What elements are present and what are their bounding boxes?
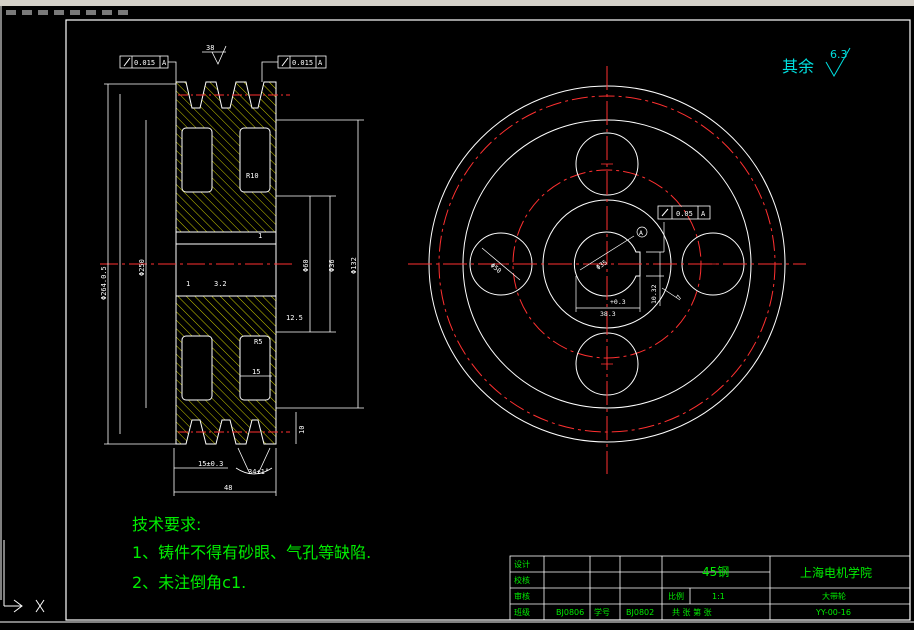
keyway-label-2: 1 <box>186 280 190 288</box>
svg-text:A: A <box>162 59 167 67</box>
row-label-design: 设计 <box>514 559 530 569</box>
row-label-review: 审核 <box>514 591 530 601</box>
student-no-label: 学号 <box>594 607 610 617</box>
keyway-label: 1 <box>258 232 262 240</box>
tech-heading: 技术要求: <box>132 515 201 534</box>
scale-label: 比例 <box>668 591 684 601</box>
gdt-frame-front: 0.05 A <box>657 205 711 220</box>
dim-bore-dia: Φ36 <box>328 259 336 272</box>
dim-roughness-3-2: 3.2 <box>214 280 227 288</box>
dim-rib: 15 <box>252 368 260 376</box>
school-name: 上海电机学院 <box>800 565 872 580</box>
svg-text:0.015: 0.015 <box>292 59 313 67</box>
dim-bore-fit: +0.3 <box>610 298 626 306</box>
dim-top-angle: 38 <box>206 44 214 52</box>
dim-groove-edge: 10 <box>298 426 306 434</box>
window-upper-right <box>239 127 271 193</box>
dim-r5: R5 <box>254 338 262 346</box>
svg-text:其余: 其余 <box>782 57 814 76</box>
dim-r10: R10 <box>246 172 259 180</box>
window-upper-left <box>181 127 213 193</box>
dim-roughness-12-5: 12.5 <box>286 314 303 322</box>
row-label-check: 校核 <box>514 575 530 585</box>
roughness-note: 其余 6.3 <box>782 47 851 78</box>
dim-key-tol: 10.32 <box>650 284 658 304</box>
svg-text:6.3: 6.3 <box>830 48 848 61</box>
svg-text:A: A <box>701 210 706 218</box>
scale-value: 1:1 <box>712 592 725 601</box>
section-view: Φ264.0.5 Φ250 Φ60 Φ36 Φ132 10 38 15±0.3 … <box>100 44 364 496</box>
svg-text:0.05: 0.05 <box>676 210 693 218</box>
drawing-no: YY-00-16 <box>815 608 851 617</box>
window-lower-left <box>181 335 213 401</box>
material: 45钢 <box>702 565 729 579</box>
ucs-icon <box>3 540 45 613</box>
dim-hub-dia: Φ60 <box>302 259 310 272</box>
dim-rim-dia: Φ250 <box>138 259 146 276</box>
dim-width-total: 48 <box>224 484 232 492</box>
dim-outer-dia: Φ264.0.5 <box>100 266 108 300</box>
dim-132-dia: Φ132 <box>350 257 358 274</box>
dim-groove-pitch: 15±0.3 <box>198 460 223 468</box>
front-view <box>408 66 806 474</box>
dim-datum-a: A <box>639 229 643 237</box>
sheet-label: 共 张 第 张 <box>672 607 712 617</box>
drawing-canvas[interactable]: Φ264.0.5 Φ250 Φ60 Φ36 Φ132 10 38 15±0.3 … <box>0 0 914 630</box>
row-label-class: 班级 <box>514 607 530 617</box>
tech-item-2: 2、未注倒角c1. <box>132 573 246 592</box>
svg-text:A: A <box>318 59 323 67</box>
dim-groove-angle: 34±1° <box>248 468 269 476</box>
gdt-frame-left: 0.015 A <box>119 55 177 82</box>
dim-r7: 7 <box>675 294 684 301</box>
svg-text:0.015: 0.015 <box>134 59 155 67</box>
part-name: 大带轮 <box>822 591 846 601</box>
tech-item-1: 1、铸件不得有砂眼、气孔等缺陷. <box>132 543 371 562</box>
student-no-value: BJ0802 <box>626 608 654 617</box>
gdt-frame-right: 0.015 A <box>261 55 327 82</box>
class-value: BJ0806 <box>556 608 584 617</box>
dim-keyway-depth: 38.3 <box>600 310 616 318</box>
technical-requirements: 技术要求: 1、铸件不得有砂眼、气孔等缺陷. 2、未注倒角c1. <box>132 515 371 592</box>
